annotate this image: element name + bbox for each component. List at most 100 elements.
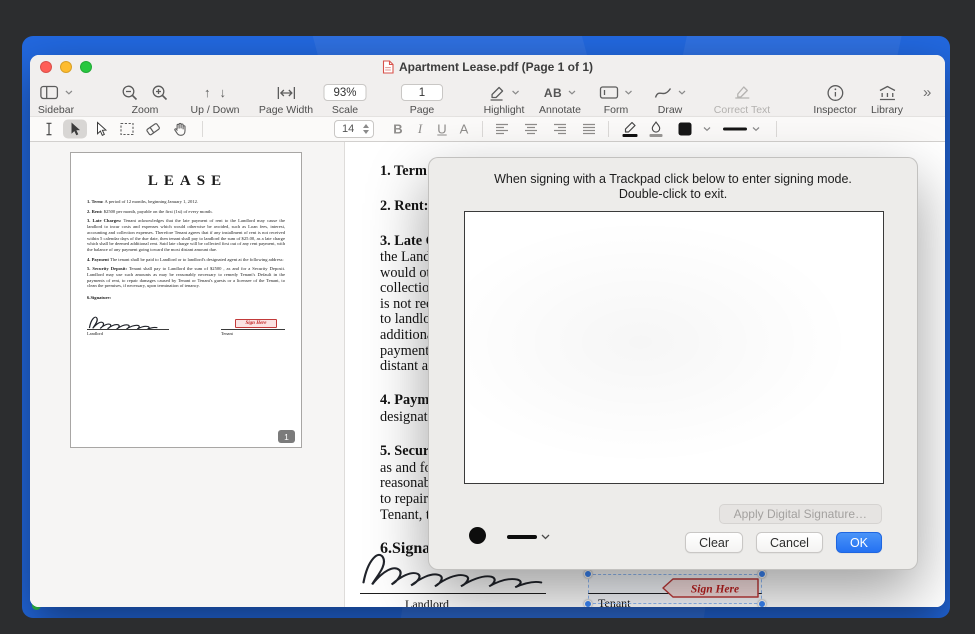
chevron-down-icon bbox=[678, 90, 686, 95]
eraser-icon bbox=[145, 122, 162, 136]
zoom-in-icon[interactable] bbox=[151, 84, 169, 102]
align-right-button[interactable] bbox=[553, 123, 567, 135]
page-down-icon[interactable]: ↓ bbox=[220, 85, 227, 100]
underline-button[interactable]: U bbox=[437, 122, 446, 137]
stroke-color-button[interactable] bbox=[623, 121, 638, 137]
selection-handle[interactable] bbox=[584, 570, 592, 578]
zoom-controls[interactable]: Zoom bbox=[121, 82, 169, 116]
dialog-button-row: Clear Cancel OK bbox=[685, 532, 882, 553]
stroke-width-preview[interactable] bbox=[507, 535, 537, 539]
thumbnail-signature-row: Landlord Sign Here Tenant bbox=[87, 313, 285, 337]
page-up-icon[interactable]: ↑ bbox=[204, 85, 211, 100]
page-number-control[interactable]: 1 Page bbox=[401, 82, 443, 116]
toolbar-overflow-button[interactable]: » bbox=[923, 84, 931, 101]
form-field-icon bbox=[600, 86, 619, 99]
align-center-button[interactable] bbox=[524, 123, 538, 135]
thumbnail-page-content: LEASE 1. Term: A period of 12 months, be… bbox=[71, 153, 301, 344]
ink-color-swatch[interactable] bbox=[469, 527, 486, 544]
main-toolbar: Sidebar Zoom ↑ bbox=[30, 79, 945, 116]
page-width-icon bbox=[277, 86, 296, 100]
cancel-button[interactable]: Cancel bbox=[756, 532, 823, 553]
font-size-stepper[interactable] bbox=[363, 124, 369, 134]
page-width-button[interactable]: Page Width bbox=[259, 82, 313, 116]
line-style-button[interactable] bbox=[723, 128, 747, 131]
chevron-down-icon bbox=[625, 90, 633, 95]
info-circle-icon bbox=[826, 84, 844, 102]
line-style-chevron[interactable] bbox=[752, 127, 760, 132]
titlebar[interactable]: Apartment Lease.pdf (Page 1 of 1) bbox=[30, 55, 945, 79]
apply-digital-signature-button[interactable]: Apply Digital Signature… bbox=[719, 504, 882, 524]
fill-color-swatch bbox=[650, 134, 663, 137]
thumbnail-paragraph: 5. Security Deposit: Tenant shall pay to… bbox=[87, 266, 285, 289]
page-thumbnail[interactable]: LEASE 1. Term: A period of 12 months, be… bbox=[70, 152, 302, 448]
form-button[interactable]: Form bbox=[600, 82, 633, 116]
desktop-wallpaper: Apartment Lease.pdf (Page 1 of 1) Sideba… bbox=[22, 36, 950, 618]
format-toolbar: 14 B I U A bbox=[30, 116, 945, 142]
fill-color-button[interactable] bbox=[650, 121, 663, 137]
inspector-button[interactable]: Inspector bbox=[813, 82, 856, 116]
thumbnail-landlord-line bbox=[87, 329, 169, 330]
droplet-icon bbox=[651, 121, 662, 133]
page-up-down-controls[interactable]: ↑ ↓ Up / Down bbox=[190, 82, 239, 116]
align-justify-button[interactable] bbox=[582, 123, 596, 135]
align-left-icon bbox=[495, 123, 509, 135]
thumbnail-tenant-line bbox=[221, 329, 285, 330]
selection-handle[interactable] bbox=[584, 600, 592, 607]
align-justify-icon bbox=[582, 123, 596, 135]
align-left-button[interactable] bbox=[495, 123, 509, 135]
clear-button[interactable]: Clear bbox=[685, 532, 743, 553]
toolbar-separator bbox=[776, 121, 777, 137]
app-window: Apartment Lease.pdf (Page 1 of 1) Sideba… bbox=[30, 55, 945, 607]
library-button[interactable]: Library bbox=[871, 82, 903, 116]
hand-tool-button[interactable] bbox=[173, 122, 188, 137]
selection-handle[interactable] bbox=[758, 570, 766, 578]
bold-button[interactable]: B bbox=[393, 122, 402, 137]
thumbnail-paragraph: 2. Rent: $2500 per month, payable on the… bbox=[87, 209, 285, 215]
italic-button[interactable]: I bbox=[418, 121, 422, 137]
marquee-select-tool-button[interactable] bbox=[120, 123, 134, 136]
font-size-value: 14 bbox=[342, 123, 354, 135]
align-right-icon bbox=[553, 123, 567, 135]
highlight-button[interactable]: Highlight bbox=[484, 82, 525, 116]
text-tool-button[interactable] bbox=[44, 122, 55, 137]
stroke-menu-chevron-icon[interactable] bbox=[541, 534, 550, 540]
draw-curve-icon bbox=[654, 86, 672, 100]
annotate-ab-icon: AB bbox=[544, 86, 562, 100]
chevron-down-icon bbox=[568, 90, 576, 95]
toolbar-separator bbox=[608, 121, 609, 137]
page-number-badge: 1 bbox=[278, 430, 295, 443]
sidebar-toggle-button[interactable]: Sidebar bbox=[38, 82, 74, 116]
eraser-tool-button[interactable] bbox=[145, 122, 162, 136]
signature-drawing-area[interactable] bbox=[464, 211, 884, 484]
text-color-button[interactable]: A bbox=[460, 122, 469, 137]
chevron-down-icon bbox=[511, 90, 519, 95]
page-number-field[interactable]: 1 bbox=[401, 84, 443, 101]
thumbnail-paragraph: 6.Signature: bbox=[87, 295, 285, 301]
edit-select-tool-button[interactable] bbox=[95, 122, 107, 137]
black-color-swatch-icon bbox=[679, 123, 692, 136]
font-size-control[interactable]: 14 bbox=[334, 120, 374, 138]
library-building-icon bbox=[877, 85, 896, 101]
scale-control[interactable]: 93% Scale bbox=[323, 82, 366, 116]
color-menu-chevron[interactable] bbox=[703, 127, 711, 132]
pen-icon bbox=[624, 121, 637, 133]
correct-text-button[interactable]: Correct Text bbox=[714, 82, 770, 116]
selection-handle[interactable] bbox=[758, 600, 766, 607]
align-center-icon bbox=[524, 123, 538, 135]
zoom-out-icon[interactable] bbox=[121, 84, 139, 102]
correct-text-icon bbox=[733, 85, 750, 100]
ok-button[interactable]: OK bbox=[836, 532, 882, 553]
chevron-down-icon bbox=[703, 127, 711, 132]
arrow-cursor-icon bbox=[69, 122, 81, 137]
scale-value-field[interactable]: 93% bbox=[323, 84, 366, 101]
marquee-selection-icon bbox=[120, 123, 134, 136]
svg-text:Sign Here: Sign Here bbox=[691, 584, 739, 596]
select-tool-button-active[interactable] bbox=[63, 120, 87, 139]
pdf-file-icon bbox=[382, 60, 394, 74]
sign-here-ribbon[interactable]: Sign Here bbox=[661, 576, 761, 600]
annotate-button[interactable]: AB Annotate bbox=[539, 82, 581, 116]
draw-button[interactable]: Draw bbox=[654, 82, 686, 116]
window-title-area: Apartment Lease.pdf (Page 1 of 1) bbox=[30, 55, 945, 79]
current-color-swatch[interactable] bbox=[679, 123, 692, 136]
thumbnail-paragraph: 3. Late Charges: Tenant acknowledges tha… bbox=[87, 218, 285, 252]
